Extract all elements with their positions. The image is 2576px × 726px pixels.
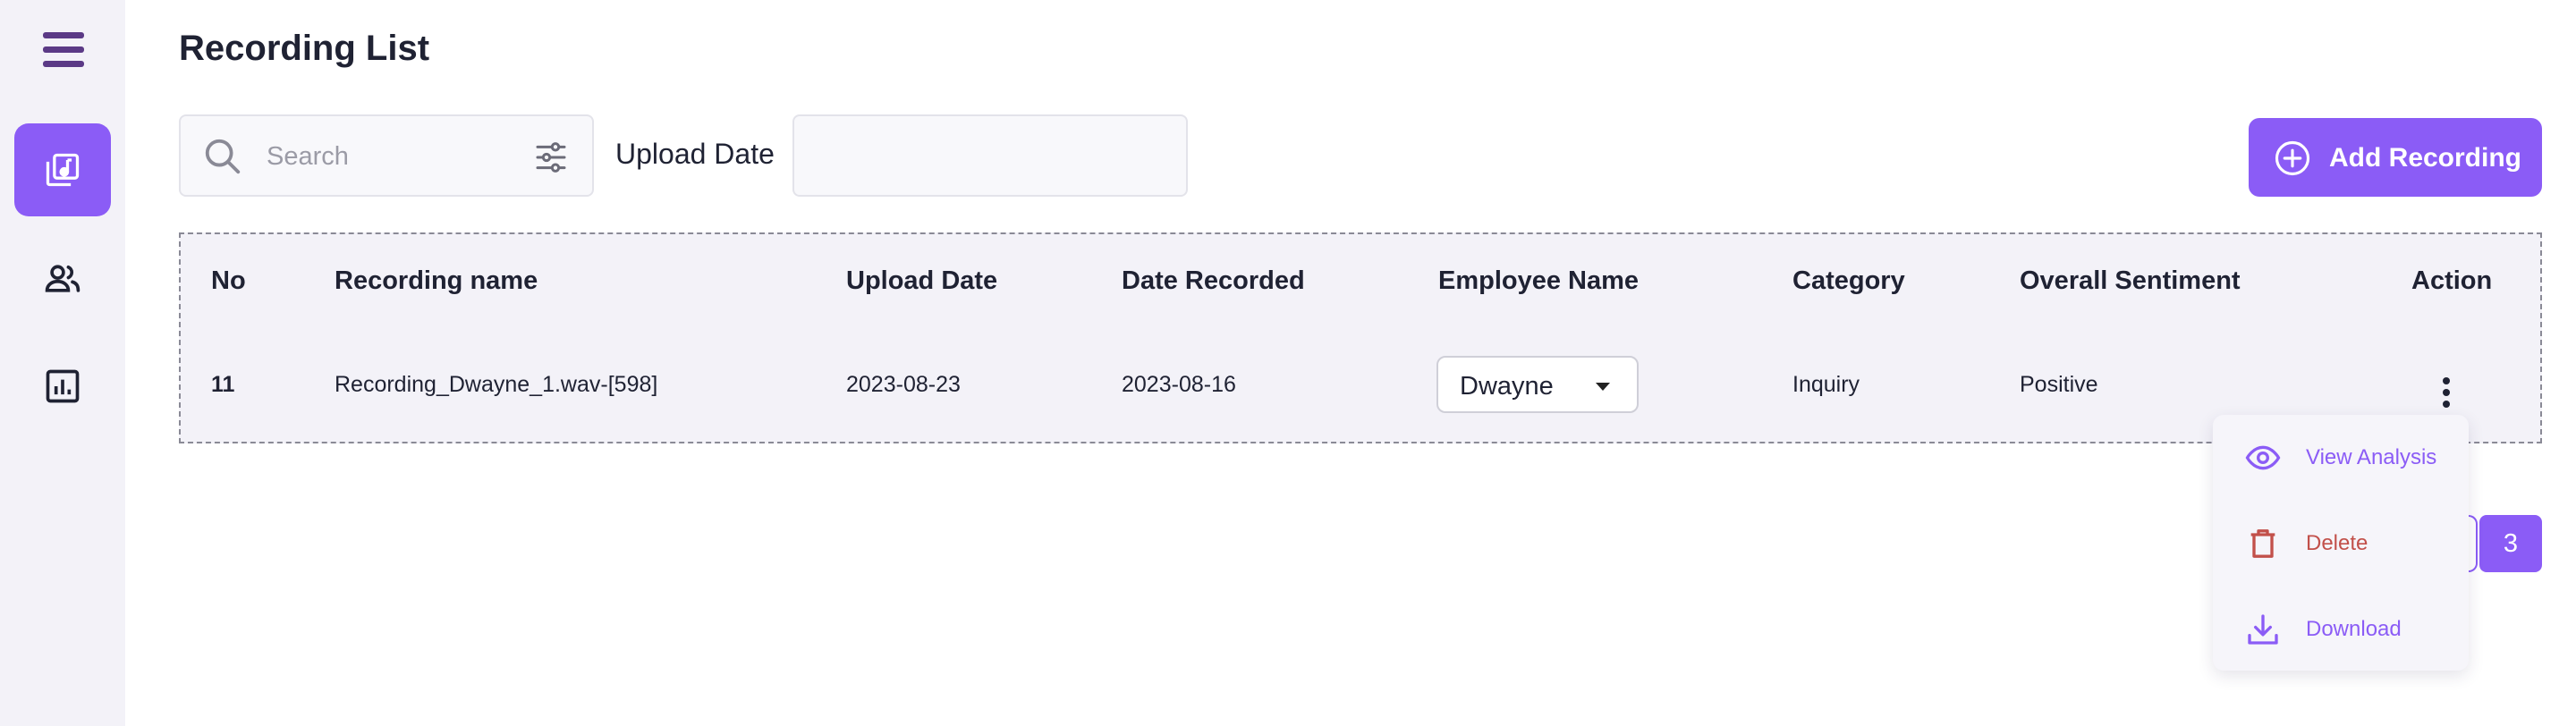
menu-item-view-analysis[interactable]: View Analysis — [2213, 422, 2469, 494]
hamburger-menu-icon[interactable] — [43, 32, 84, 68]
cell-date-recorded: 2023-08-16 — [1122, 372, 1236, 397]
column-header-date-recorded: Date Recorded — [1122, 266, 1305, 295]
add-recording-button[interactable]: Add Recording — [2249, 118, 2542, 197]
filter-sliders-icon[interactable] — [533, 138, 569, 177]
cell-recording-name: Recording_Dwayne_1.wav-[598] — [335, 372, 658, 397]
upload-date-filter-label: Upload Date — [615, 138, 775, 170]
sidebar-item-employees[interactable] — [14, 232, 111, 325]
column-header-category: Category — [1792, 266, 1905, 295]
search-box — [179, 114, 594, 197]
column-header-upload-date: Upload Date — [846, 266, 998, 295]
search-icon — [205, 139, 241, 174]
plus-circle-icon — [2275, 140, 2310, 176]
view-analysis-label: View Analysis — [2306, 445, 2437, 469]
employee-name-select[interactable]: Dwayne — [1436, 356, 1639, 413]
cell-no: 11 — [211, 372, 235, 397]
sidebar-item-analytics[interactable] — [14, 340, 111, 433]
cell-overall-sentiment: Positive — [2020, 372, 2098, 397]
sidebar — [0, 0, 125, 726]
eye-icon — [2245, 445, 2281, 470]
page-title: Recording List — [179, 29, 430, 68]
column-header-recording-name: Recording name — [335, 266, 538, 295]
download-icon — [2248, 614, 2278, 645]
music-library-icon — [46, 153, 80, 187]
more-vertical-icon[interactable] — [2433, 377, 2460, 418]
upload-date-input[interactable] — [792, 114, 1188, 197]
people-icon — [45, 265, 80, 292]
employee-name-value: Dwayne — [1460, 372, 1554, 401]
action-menu: View Analysis Delete Download — [2213, 415, 2469, 671]
delete-label: Delete — [2306, 531, 2368, 555]
chevron-down-icon — [1596, 383, 1610, 391]
menu-item-download[interactable]: Download — [2213, 594, 2469, 665]
column-header-no: No — [211, 266, 246, 295]
column-header-action: Action — [2411, 266, 2493, 295]
download-label: Download — [2306, 617, 2402, 641]
menu-item-delete[interactable]: Delete — [2213, 508, 2469, 579]
cell-upload-date: 2023-08-23 — [846, 372, 961, 397]
column-header-overall-sentiment: Overall Sentiment — [2020, 266, 2241, 295]
bar-chart-icon — [46, 369, 80, 403]
add-recording-label: Add Recording — [2329, 143, 2521, 173]
search-input[interactable] — [267, 134, 463, 179]
pagination-current-page[interactable]: 3 — [2479, 515, 2542, 572]
recording-table: No Recording name Upload Date Date Recor… — [179, 232, 2542, 443]
trash-icon — [2250, 529, 2275, 558]
column-header-employee-name: Employee Name — [1438, 266, 1640, 295]
cell-category: Inquiry — [1792, 372, 1860, 397]
sidebar-item-recordings[interactable] — [14, 123, 111, 216]
